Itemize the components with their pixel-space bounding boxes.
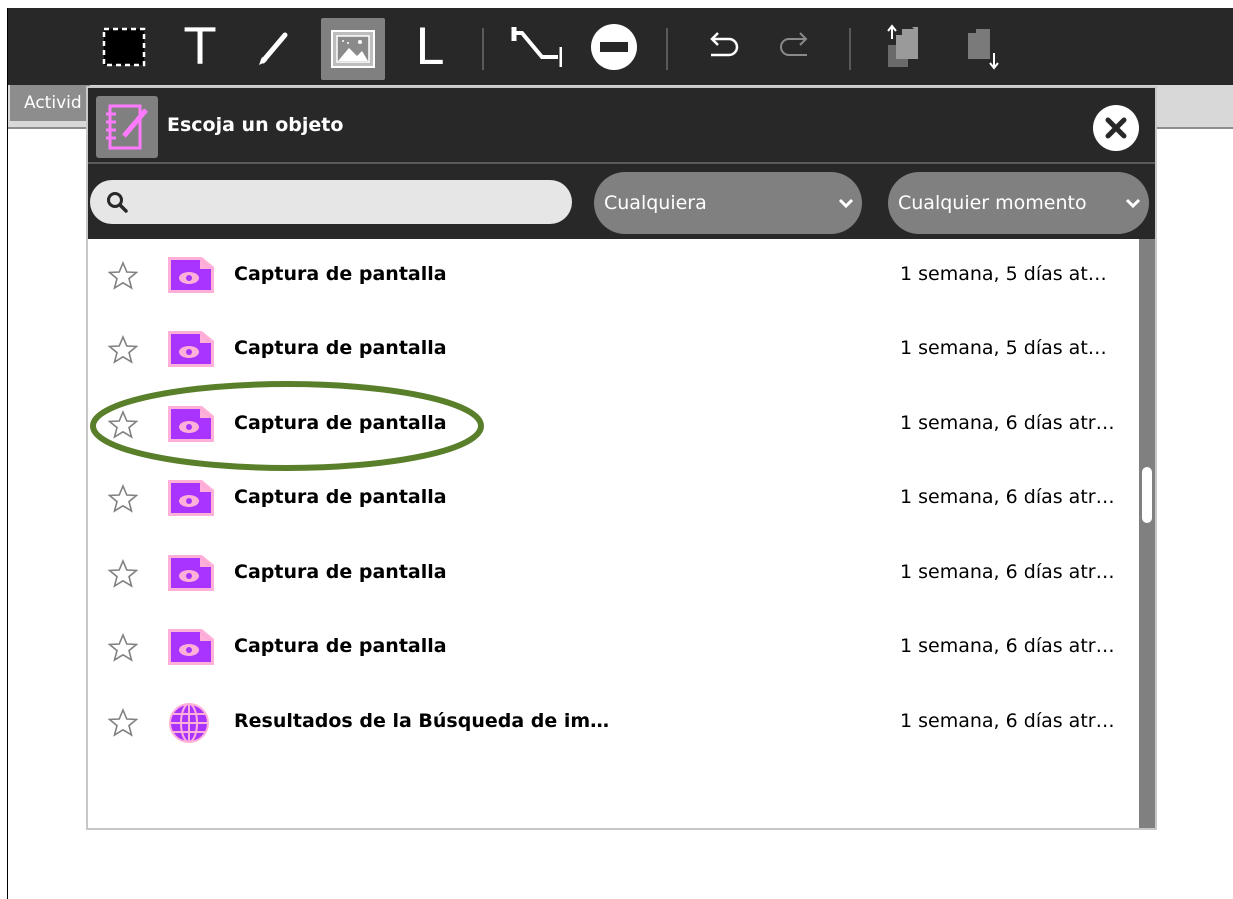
bring-to-front-icon[interactable] <box>877 20 931 74</box>
search-input[interactable] <box>138 186 558 218</box>
send-to-back-icon[interactable] <box>953 20 1007 74</box>
search-icon <box>106 191 128 217</box>
list-item[interactable]: Captura de pantalla 1 semana, 6 días atr… <box>88 388 1138 462</box>
search-field[interactable] <box>90 180 572 224</box>
list-item[interactable]: Captura de pantalla 1 semana, 6 días atr… <box>88 537 1138 611</box>
letter-l-glyph: L <box>415 18 443 76</box>
list-item[interactable]: Captura de pantalla 1 semana, 5 días at… <box>88 239 1138 313</box>
redo-icon[interactable] <box>770 20 824 74</box>
list-item[interactable]: Captura de pantalla 1 semana, 6 días atr… <box>88 611 1138 685</box>
image-file-icon <box>166 553 216 597</box>
select-rectangle-icon[interactable] <box>97 20 151 74</box>
chevron-down-icon <box>1117 197 1149 209</box>
item-title: Captura de pantalla <box>234 561 447 583</box>
favorite-star-icon[interactable] <box>107 707 139 742</box>
list-item[interactable]: Resultados de la Búsqueda de im… 1 seman… <box>88 686 1138 760</box>
item-date: 1 semana, 6 días atr… <box>900 710 1115 732</box>
toolbar-separator <box>849 28 851 70</box>
list-item[interactable]: Captura de pantalla 1 semana, 5 días at… <box>88 313 1138 387</box>
scrollbar-thumb[interactable] <box>1142 467 1152 523</box>
time-filter-combo[interactable]: Cualquier momento <box>888 172 1149 234</box>
pencil-icon[interactable] <box>248 20 302 74</box>
type-filter-label: Cualquiera <box>604 192 707 214</box>
favorite-star-icon[interactable] <box>107 334 139 369</box>
favorite-star-icon[interactable] <box>107 483 139 518</box>
dialog-header: Escoja un objeto <box>88 88 1155 164</box>
favorite-star-icon[interactable] <box>107 260 139 295</box>
image-file-icon <box>166 404 216 448</box>
item-title: Captura de pantalla <box>234 263 447 285</box>
left-border <box>7 8 8 899</box>
remove-icon[interactable] <box>587 20 641 74</box>
toolbar: T L <box>8 8 1233 85</box>
insert-image-icon[interactable] <box>321 18 385 80</box>
scrollbar[interactable] <box>1139 239 1155 828</box>
favorite-star-icon[interactable] <box>107 409 139 444</box>
list-item[interactable]: Captura de pantalla 1 semana, 6 días atr… <box>88 462 1138 536</box>
close-button[interactable] <box>1093 105 1139 151</box>
web-globe-icon <box>166 702 216 748</box>
item-title: Captura de pantalla <box>234 337 447 359</box>
object-list: Captura de pantalla 1 semana, 5 días at…… <box>88 239 1155 828</box>
undo-icon[interactable] <box>694 20 748 74</box>
object-chooser-dialog: Escoja un objeto Cualquiera Cualquier mo… <box>86 86 1157 830</box>
item-title: Captura de pantalla <box>234 635 447 657</box>
chevron-down-icon <box>830 197 862 209</box>
connector-icon[interactable] <box>508 20 562 74</box>
toolbar-separator <box>482 28 484 70</box>
activity-tab[interactable]: Activid <box>10 85 90 121</box>
item-title: Captura de pantalla <box>234 486 447 508</box>
journal-icon <box>96 96 158 158</box>
item-date: 1 semana, 6 días atr… <box>900 486 1115 508</box>
close-icon <box>1105 117 1127 139</box>
item-date: 1 semana, 5 días at… <box>900 263 1107 285</box>
item-title: Resultados de la Búsqueda de im… <box>234 710 610 732</box>
item-title: Captura de pantalla <box>234 412 447 434</box>
letter-l-icon[interactable]: L <box>402 20 456 74</box>
search-toolbar: Cualquiera Cualquier momento <box>88 164 1155 239</box>
type-filter-combo[interactable]: Cualquiera <box>594 172 862 234</box>
text-tool-glyph: T <box>184 18 216 76</box>
favorite-star-icon[interactable] <box>107 632 139 667</box>
item-date: 1 semana, 5 días at… <box>900 337 1107 359</box>
toolbar-separator <box>666 28 668 70</box>
time-filter-label: Cualquier momento <box>898 192 1087 214</box>
image-file-icon <box>166 255 216 299</box>
image-file-icon <box>166 627 216 671</box>
text-tool-icon[interactable]: T <box>173 20 227 74</box>
favorite-star-icon[interactable] <box>107 558 139 593</box>
image-file-icon <box>166 329 216 373</box>
page: T L Activid Escoja un objeto Cualquiera … <box>0 0 1233 899</box>
item-date: 1 semana, 6 días atr… <box>900 635 1115 657</box>
item-date: 1 semana, 6 días atr… <box>900 412 1115 434</box>
item-date: 1 semana, 6 días atr… <box>900 561 1115 583</box>
dialog-title: Escoja un objeto <box>167 114 344 136</box>
image-file-icon <box>166 478 216 522</box>
